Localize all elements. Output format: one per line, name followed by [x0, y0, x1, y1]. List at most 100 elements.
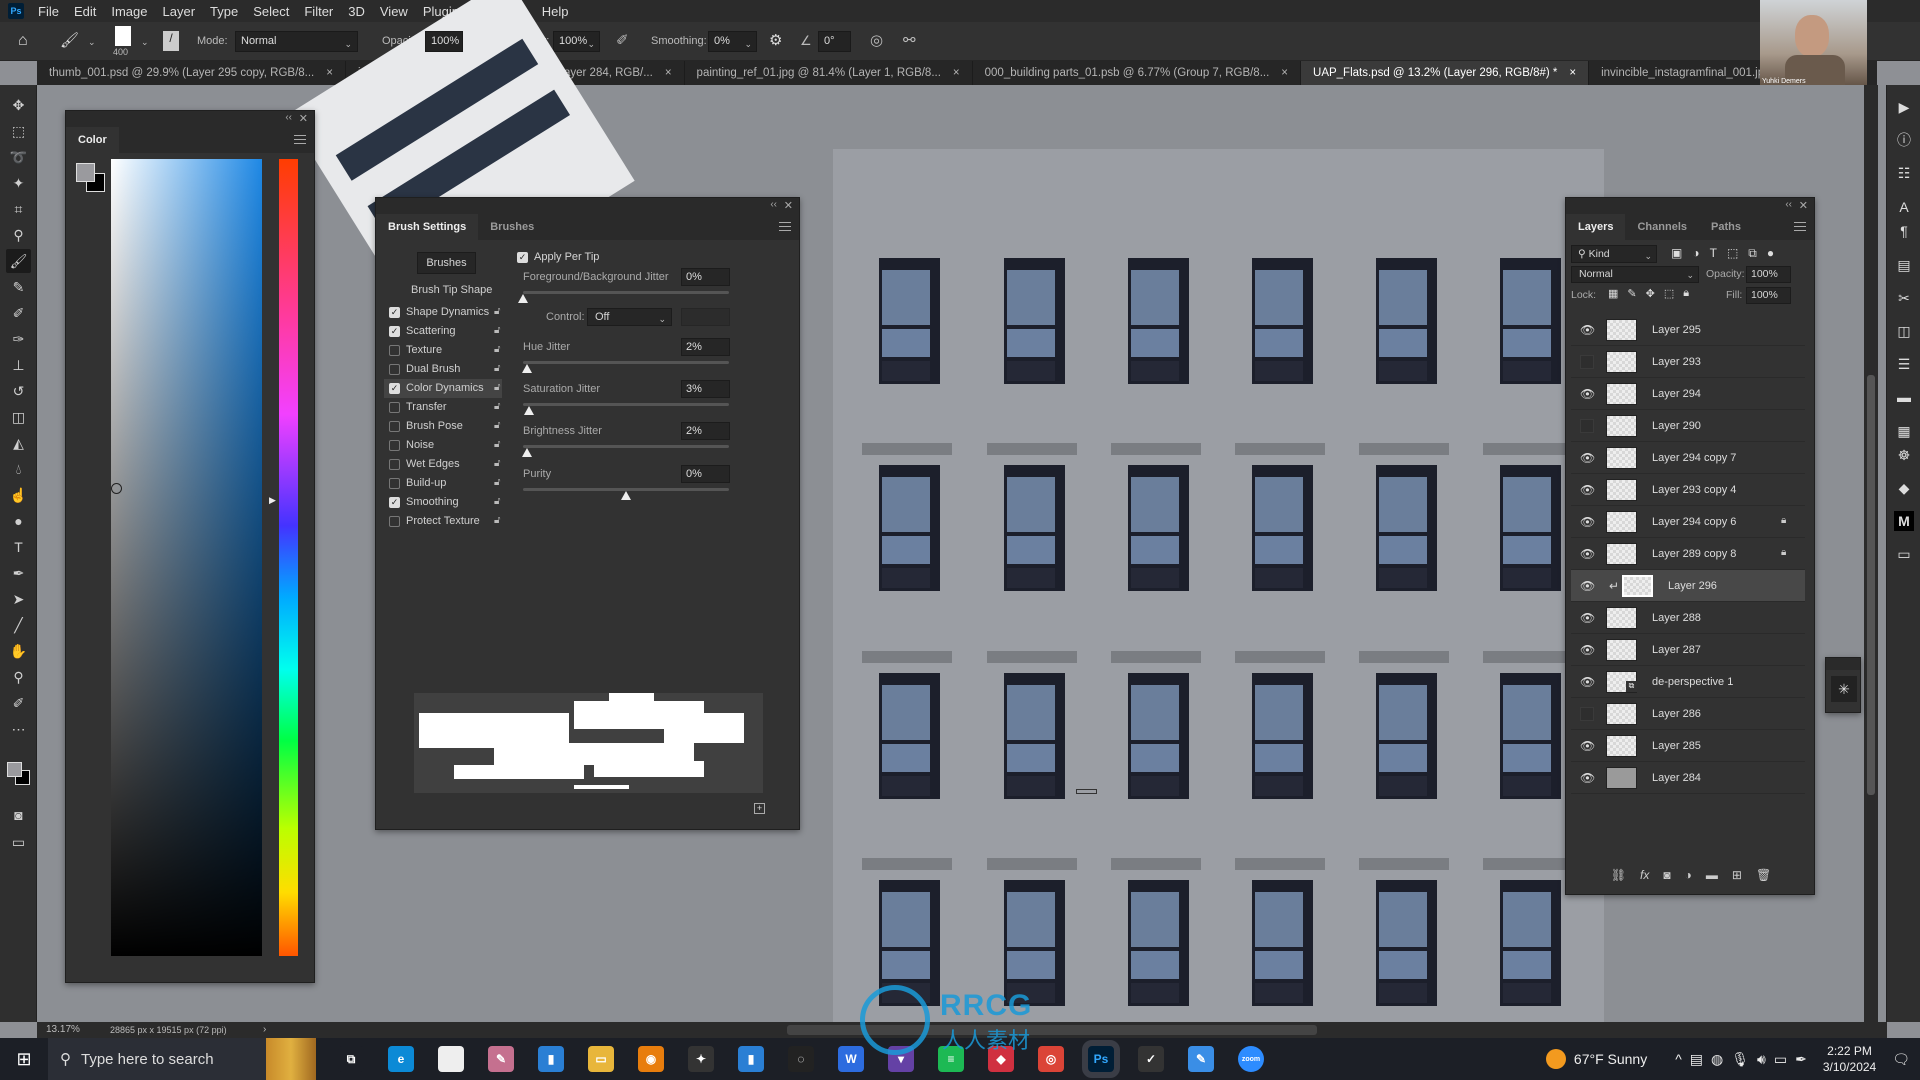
opacity-input[interactable]: 100%: [425, 31, 463, 52]
layer-name[interactable]: Layer 294 copy 6: [1652, 506, 1736, 538]
menu-edit[interactable]: Edit: [74, 4, 96, 19]
layer-name[interactable]: Layer 296: [1668, 570, 1717, 602]
document-tab[interactable]: UAP_Flats.psd @ 13.2% (Layer 296, RGB/8#…: [1301, 61, 1590, 85]
eye-icon[interactable]: 👁︎: [1580, 739, 1595, 753]
adjustment-layer-icon[interactable]: ◑: [1685, 868, 1692, 888]
color-field[interactable]: [111, 159, 262, 956]
layer-name[interactable]: Layer 286: [1652, 698, 1701, 730]
tab-brush-settings[interactable]: Brush Settings: [376, 214, 479, 240]
blender-icon[interactable]: ◉: [638, 1046, 664, 1072]
home-icon[interactable]: ⌂: [18, 31, 28, 51]
dodge-tool-icon[interactable]: ●: [6, 509, 31, 533]
hue-slider[interactable]: [279, 159, 298, 956]
layer-row[interactable]: Layer 290: [1571, 410, 1805, 442]
layer-name[interactable]: Layer 293 copy 4: [1652, 474, 1736, 506]
smoothing-input[interactable]: 0% ⌄: [708, 31, 757, 52]
photoshop-icon[interactable]: Ps: [1082, 1040, 1120, 1078]
eraser-tool-icon[interactable]: ◫: [6, 405, 31, 429]
document-tab[interactable]: painting_ref_01.jpg @ 81.4% (Layer 1, RG…: [685, 61, 973, 85]
document-tab[interactable]: thumb_001.psd @ 29.9% (Layer 295 copy, R…: [37, 61, 346, 85]
layer-opacity-input[interactable]: 100%: [1746, 266, 1791, 283]
layer-row[interactable]: 👁︎ Layer 295: [1571, 314, 1805, 346]
eye-icon[interactable]: 👁︎: [1580, 323, 1595, 337]
layer-row[interactable]: 👁︎ ⧉ de-perspective 1: [1571, 666, 1805, 698]
crop-tool-icon[interactable]: ⌗: [6, 197, 31, 221]
app-blue2-icon[interactable]: ▮: [738, 1046, 764, 1072]
brush-option-noise[interactable]: Noise: [389, 436, 499, 455]
layer-name[interactable]: de-perspective 1: [1652, 666, 1733, 698]
eye-icon[interactable]: 👁︎: [1580, 579, 1595, 593]
eye-icon[interactable]: 👁︎: [1580, 451, 1595, 465]
clone-stamp-tool-icon[interactable]: ⊥: [6, 353, 31, 377]
zoom-icon[interactable]: zoom: [1238, 1046, 1264, 1072]
paint-bucket-tool-icon[interactable]: ◭: [6, 431, 31, 455]
hand-tool-icon[interactable]: ✋: [6, 639, 31, 663]
adjustments-icon[interactable]: ☰: [1894, 354, 1914, 374]
menu-3d[interactable]: 3D: [348, 4, 365, 19]
mixer-brush-tool-icon[interactable]: ✑: [6, 327, 31, 351]
slider-thumb[interactable]: [524, 406, 535, 415]
close-icon[interactable]: ✕: [1799, 199, 1808, 212]
mode-select[interactable]: Normal ⌄: [235, 31, 358, 52]
screen-mode-icon[interactable]: ▭: [6, 830, 31, 854]
document-tab[interactable]: 000_building parts_01.psb @ 6.77% (Group…: [973, 61, 1302, 85]
filter-toggle-icon[interactable]: ●: [1767, 246, 1774, 261]
krita-icon[interactable]: ✎: [1188, 1046, 1214, 1072]
layer-name[interactable]: Layer 285: [1652, 730, 1701, 762]
weather-text[interactable]: 67°F Sunny: [1574, 1051, 1647, 1067]
checkbox[interactable]: ✓: [389, 307, 400, 318]
menu-layer[interactable]: Layer: [163, 4, 196, 19]
w-app-icon[interactable]: W: [838, 1046, 864, 1072]
network-icon[interactable]: ▭: [1774, 1051, 1787, 1068]
layer-row[interactable]: 👁︎ Layer 285: [1571, 730, 1805, 762]
checkbox[interactable]: ✓: [389, 383, 400, 394]
slider-track[interactable]: [523, 445, 729, 448]
eye-icon[interactable]: 👁︎: [1580, 771, 1595, 785]
add-mask-icon[interactable]: ◙: [1663, 868, 1670, 888]
symmetry-icon[interactable]: ⚯: [903, 31, 916, 51]
menu-type[interactable]: Type: [210, 4, 238, 19]
shield-app-icon[interactable]: ◆: [988, 1046, 1014, 1072]
more-tools-icon[interactable]: ⋯: [6, 717, 31, 741]
brush-option-dual-brush[interactable]: Dual Brush: [389, 360, 499, 379]
slider-thumb[interactable]: [522, 364, 533, 373]
lock-image-icon[interactable]: ✎: [1627, 287, 1636, 300]
horizontal-scrollbar[interactable]: [787, 1025, 1317, 1035]
layer-row[interactable]: Layer 293: [1571, 346, 1805, 378]
taskbar-search[interactable]: ⚲ Type here to search: [48, 1038, 266, 1080]
brush-option-texture[interactable]: Texture: [389, 341, 499, 360]
marquee-tool-icon[interactable]: ⬚: [6, 119, 31, 143]
unlock-icon[interactable]: 🔓︎: [494, 306, 500, 317]
smudge-tool-icon[interactable]: ☝: [6, 483, 31, 507]
layer-filter-select[interactable]: ⚲ Kind ⌄: [1571, 245, 1657, 263]
checkbox[interactable]: ✓: [389, 326, 400, 337]
layer-name[interactable]: Layer 287: [1652, 634, 1701, 666]
menu-select[interactable]: Select: [253, 4, 289, 19]
slider-value-input[interactable]: 2%: [681, 422, 730, 440]
new-layer-icon[interactable]: ⊞: [1732, 868, 1742, 888]
brush-option-brush-pose[interactable]: Brush Pose: [389, 417, 499, 436]
tab-close-icon[interactable]: ×: [665, 61, 672, 85]
clock[interactable]: 2:22 PM 3/10/2024: [1823, 1043, 1876, 1075]
brush-option-scattering[interactable]: ✓ Scattering: [389, 322, 499, 341]
visibility-toggle[interactable]: [1580, 707, 1594, 721]
lock-position-icon[interactable]: ✥: [1646, 287, 1655, 300]
unlock-icon[interactable]: 🔓︎: [494, 420, 500, 431]
pressure-size-icon[interactable]: ◎: [870, 31, 883, 51]
extra-tool-icon[interactable]: ✐: [6, 691, 31, 715]
tray-app2-icon[interactable]: ◍: [1711, 1051, 1723, 1068]
new-brush-icon[interactable]: +: [754, 803, 765, 814]
type-filter-icon[interactable]: T: [1710, 246, 1717, 261]
flow-input[interactable]: 100% ⌄: [553, 31, 600, 52]
slider-value-input[interactable]: 2%: [681, 338, 730, 356]
brush-size-preview[interactable]: [115, 26, 131, 46]
color-picker-cursor[interactable]: [111, 483, 122, 494]
unlock-icon[interactable]: 🔓︎: [494, 515, 500, 526]
m-plugin-icon[interactable]: M: [1894, 511, 1914, 531]
vector-app-icon[interactable]: ✓: [1138, 1046, 1164, 1072]
zoom-level[interactable]: 13.17%: [46, 1022, 80, 1038]
shape-filter-icon[interactable]: ⬚: [1727, 246, 1738, 261]
layer-name[interactable]: Layer 290: [1652, 410, 1701, 442]
layer-name[interactable]: Layer 289 copy 8: [1652, 538, 1736, 570]
brush-option-wet-edges[interactable]: Wet Edges: [389, 455, 499, 474]
